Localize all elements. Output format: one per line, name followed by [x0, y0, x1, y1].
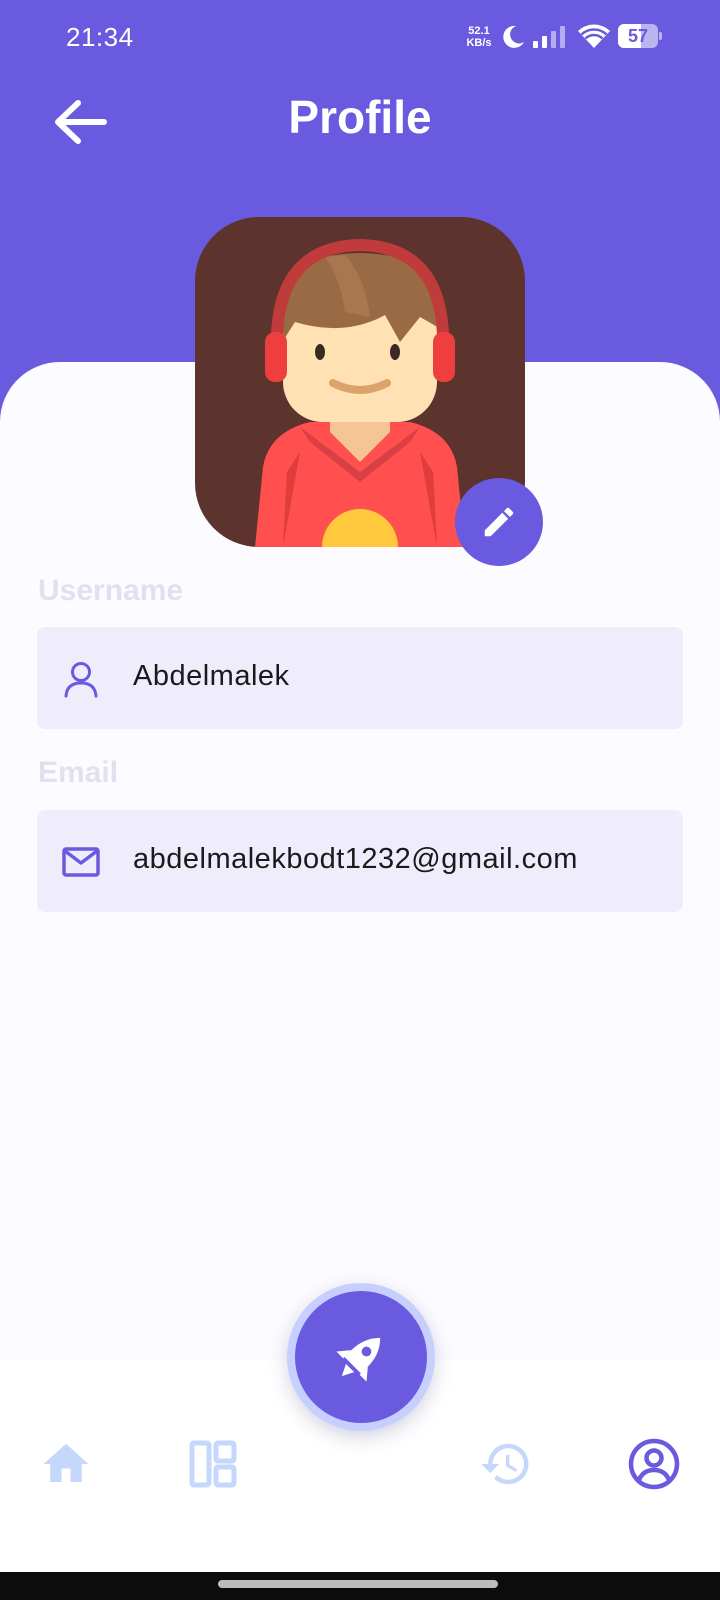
wifi-icon — [578, 24, 610, 48]
status-bar: 21:34 52.1 KB/s 57 — [0, 0, 720, 72]
battery-icon: 57 — [618, 24, 662, 48]
nav-home[interactable] — [38, 1436, 94, 1492]
edit-avatar-button[interactable] — [455, 478, 543, 566]
history-icon — [481, 1443, 529, 1485]
nav-history[interactable] — [478, 1436, 534, 1492]
username-field[interactable]: Abdelmalek — [37, 627, 683, 729]
home-icon — [43, 1443, 89, 1482]
email-value: abdelmalekbodt1232@gmail.com — [133, 843, 578, 875]
rocket-icon — [336, 1337, 381, 1382]
home-indicator[interactable] — [218, 1580, 498, 1588]
mail-icon — [62, 847, 100, 877]
network-speed-unit: KB/s — [466, 37, 492, 49]
dashboard-icon — [189, 1440, 237, 1488]
username-label: Username — [38, 574, 184, 607]
signal-icon — [533, 26, 565, 48]
email-field[interactable]: abdelmalekbodt1232@gmail.com — [37, 810, 683, 912]
status-time: 21:34 — [66, 22, 134, 52]
nav-profile[interactable] — [626, 1436, 682, 1492]
account-icon — [628, 1438, 680, 1490]
username-value: Abdelmalek — [133, 660, 290, 692]
network-speed: 52.1 KB/s — [464, 25, 494, 49]
rocket-fab-button[interactable] — [295, 1291, 427, 1423]
email-label: Email — [38, 756, 119, 789]
moon-icon — [503, 25, 524, 48]
nav-dashboard[interactable] — [185, 1436, 241, 1492]
pencil-icon — [484, 507, 514, 537]
battery-level: 57 — [627, 26, 649, 46]
network-speed-value: 52.1 — [468, 25, 490, 37]
user-icon — [64, 662, 98, 698]
page-title: Profile — [288, 91, 432, 143]
